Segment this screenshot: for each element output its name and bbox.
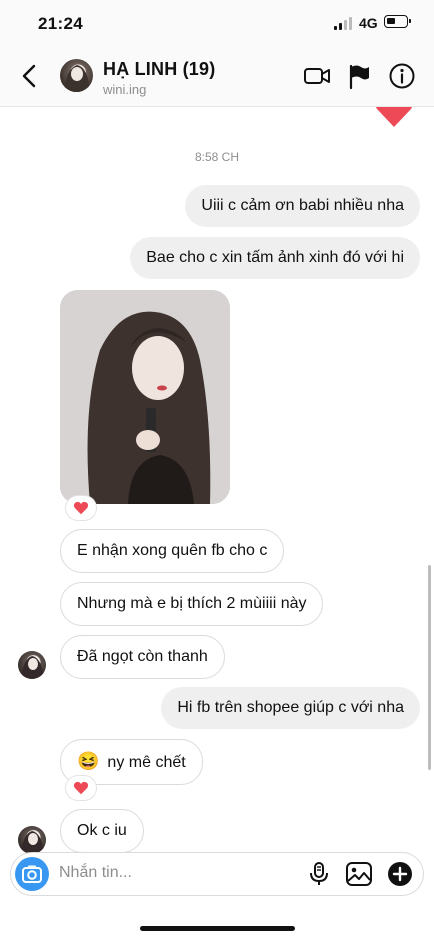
shared-photo[interactable]: [60, 290, 230, 504]
chat-header: HẠ LINH (19) wini.ing: [0, 48, 434, 107]
gallery-icon[interactable]: [345, 861, 373, 887]
back-icon[interactable]: [18, 62, 44, 90]
laughing-emoji: 😆: [77, 751, 100, 771]
camera-button[interactable]: [15, 857, 49, 891]
microphone-icon[interactable]: [307, 861, 331, 887]
status-bar: 21:24 4G: [0, 0, 434, 48]
camera-icon: [22, 865, 42, 883]
contact-name[interactable]: HẠ LINH (19): [103, 59, 215, 80]
heart-reaction-icon[interactable]: [66, 776, 96, 800]
message-input[interactable]: Nhắn tin...: [59, 864, 132, 882]
message-composer[interactable]: Nhắn tin...: [10, 852, 424, 896]
avatar[interactable]: [60, 59, 93, 92]
sender-avatar[interactable]: [18, 651, 46, 679]
message-bubble-sent[interactable]: Uiii c cảm ơn babi nhiều nha: [185, 185, 420, 227]
message-bubble-sent[interactable]: Hi fb trên shopee giúp c với nha: [161, 687, 420, 729]
info-icon[interactable]: [388, 62, 416, 90]
message-bubble-received[interactable]: E nhận xong quên fb cho c: [60, 529, 285, 573]
signal-icon: [334, 17, 354, 30]
battery-icon: [384, 15, 411, 28]
message-bubble-sent[interactable]: Bae cho c xin tấm ảnh xinh đó với hi: [130, 237, 420, 279]
contact-username[interactable]: wini.ing: [103, 82, 146, 97]
heart-icon: [373, 107, 415, 129]
home-indicator[interactable]: [140, 926, 295, 931]
flag-icon[interactable]: [347, 62, 371, 90]
message-bubble-received[interactable]: Đã ngọt còn thanh: [60, 635, 225, 679]
message-bubble-received[interactable]: Ok c iu: [60, 809, 144, 853]
network-type: 4G: [359, 15, 378, 31]
heart-reaction-icon[interactable]: [66, 496, 96, 520]
message-timestamp: 8:58 CH: [194, 150, 240, 164]
message-bubble-received[interactable]: Nhưng mà e bị thích 2 mùiiii này: [60, 582, 324, 626]
status-time: 21:24: [38, 14, 83, 33]
sender-avatar[interactable]: [18, 826, 46, 854]
video-call-icon[interactable]: [303, 62, 331, 90]
message-text: ny mê chết: [107, 754, 186, 771]
add-icon[interactable]: [387, 861, 413, 887]
scrollbar[interactable]: [428, 565, 431, 770]
